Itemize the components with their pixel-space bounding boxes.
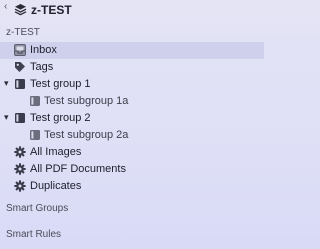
disclosure-triangle-icon[interactable]: ▾ xyxy=(4,112,9,123)
group-icon xyxy=(14,112,26,124)
sidebar-item-test-group-1[interactable]: ▾ Test group 1 xyxy=(0,76,264,93)
database-title: z-TEST xyxy=(31,3,72,17)
sidebar-item-label: Tags xyxy=(30,61,54,73)
sidebar-item-label: Test subgroup 1a xyxy=(44,95,129,107)
sidebar-item-label: All PDF Documents xyxy=(30,163,126,175)
sidebar-item-label: Test subgroup 2a xyxy=(44,129,129,141)
sidebar-item-test-group-2[interactable]: ▾ Test group 2 xyxy=(0,110,264,127)
sidebar-item-label: All Images xyxy=(30,146,82,158)
sidebar-item-all-images[interactable]: All Images xyxy=(0,144,264,161)
database-header[interactable]: ‹ z-TEST xyxy=(0,0,264,20)
sidebar-item-inbox[interactable]: Inbox xyxy=(0,42,264,59)
sidebar-item-tags[interactable]: Tags xyxy=(0,59,264,76)
database-section-label: z-TEST xyxy=(6,27,40,38)
sidebar-item-all-pdf-documents[interactable]: All PDF Documents xyxy=(0,161,264,178)
collapse-chevron-icon[interactable]: ‹ xyxy=(4,1,7,12)
group-icon xyxy=(29,95,41,107)
layers-icon xyxy=(14,3,27,21)
sidebar-item-label: Duplicates xyxy=(30,180,82,192)
sidebar-item-duplicates[interactable]: Duplicates xyxy=(0,178,264,195)
group-icon xyxy=(29,129,41,141)
sidebar-item-label: Inbox xyxy=(30,44,57,56)
disclosure-triangle-icon[interactable]: ▾ xyxy=(4,78,9,89)
sidebar-item-test-subgroup-2a[interactable]: Test subgroup 2a xyxy=(0,127,264,144)
sidebar-item-label: Test group 1 xyxy=(30,78,91,90)
group-icon xyxy=(14,78,26,90)
tag-icon xyxy=(14,61,26,73)
gear-icon xyxy=(14,163,26,175)
gear-icon xyxy=(14,180,26,192)
smart-rules-section-label[interactable]: Smart Rules xyxy=(6,229,61,240)
gear-icon xyxy=(14,146,26,158)
smart-groups-section-label[interactable]: Smart Groups xyxy=(6,203,68,214)
sidebar-item-test-subgroup-1a[interactable]: Test subgroup 1a xyxy=(0,93,264,110)
inbox-icon xyxy=(14,44,26,56)
sidebar-item-label: Test group 2 xyxy=(30,112,91,124)
